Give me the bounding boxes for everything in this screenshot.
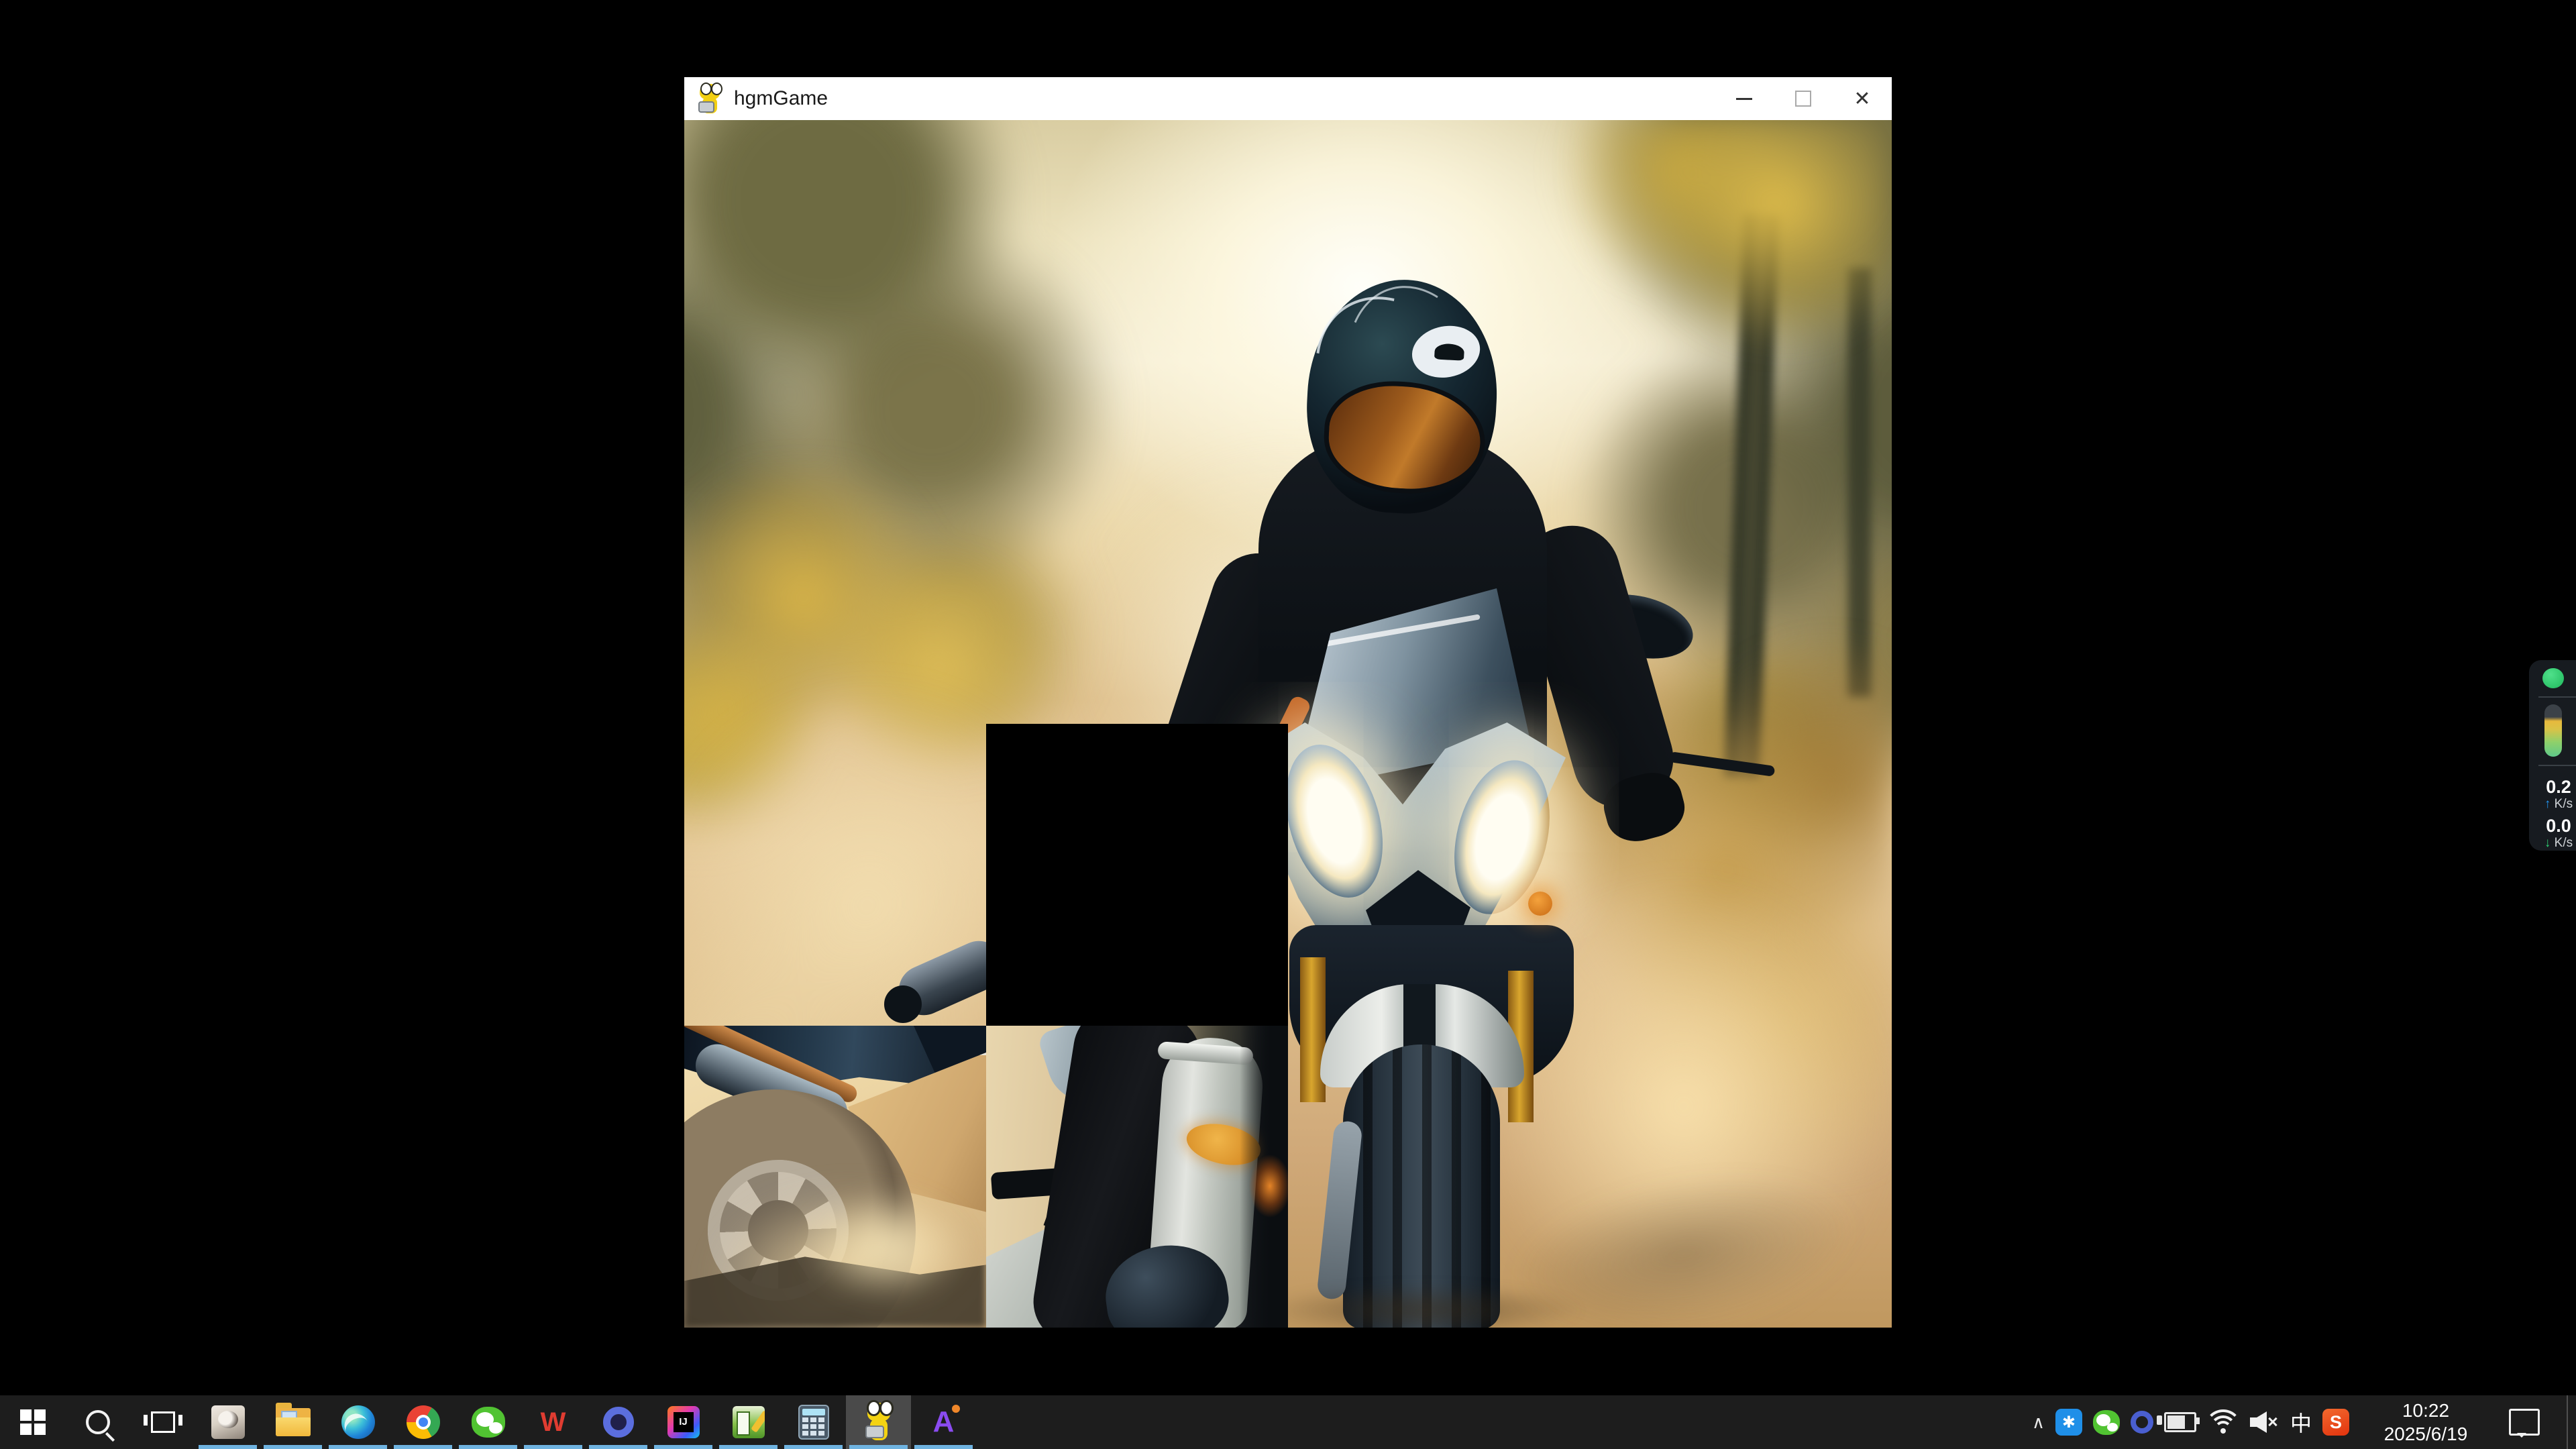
blue-ring-tray-icon[interactable] [2131,1411,2153,1434]
running-indicator [264,1445,322,1449]
system-tray: ∧ ✱ 中 S 10:22 2025/6/19 [2032,1395,2576,1449]
taskbar-item-calculator[interactable] [781,1395,846,1449]
upload-unit: K/s [2555,797,2573,811]
show-desktop-button[interactable] [2567,1395,2572,1449]
taskbar-item-cat-photo-app[interactable] [195,1395,260,1449]
tile-orange-glow [1249,1155,1288,1218]
taskbar-item-editplus[interactable] [716,1395,781,1449]
file-explorer-icon [276,1408,311,1436]
action-center-button[interactable] [2509,1409,2540,1436]
start-button[interactable] [0,1395,65,1449]
intellij-icon: IJ [667,1406,700,1438]
status-dot-icon [2542,668,2564,688]
cat-photo-icon [211,1405,245,1439]
upload-speed: 0.2 ↑ K/s [2532,777,2576,812]
running-indicator [719,1445,777,1449]
edge-icon [341,1405,375,1439]
taskbar-item-blue-ring-app[interactable] [586,1395,651,1449]
exhaust-tip [884,985,922,1023]
blue-ring-icon [603,1407,634,1438]
taskbar-item-pygame-active[interactable] [846,1395,911,1449]
running-indicator [784,1445,843,1449]
download-unit: K/s [2555,836,2573,850]
taskbar-item-chrome[interactable] [390,1395,455,1449]
action-center-tail [2517,1433,2526,1442]
sogou-input-icon[interactable]: S [2322,1409,2349,1436]
tile-bright-sand [805,1193,966,1301]
close-button[interactable]: ✕ [1833,77,1892,120]
chrome-icon [407,1405,440,1439]
upload-value: 0.2 [2532,777,2576,797]
running-indicator [654,1445,712,1449]
taskbar: W IJ [0,1395,2576,1449]
turn-signal-right [1528,892,1552,916]
hidden-icons-chevron[interactable]: ∧ [2032,1412,2045,1433]
task-view-icon [151,1411,175,1433]
wechat-icon [472,1407,505,1438]
download-arrow-icon: ↓ [2544,836,2551,850]
running-indicator [199,1445,257,1449]
blue-asterisk-tray-icon[interactable]: ✱ [2055,1409,2082,1436]
widget-divider [2538,765,2576,766]
taskbar-item-wechat[interactable] [455,1395,521,1449]
running-indicator [849,1445,908,1449]
close-icon: ✕ [1854,87,1870,111]
volume-muted-icon[interactable] [2250,1410,2279,1434]
calculator-icon [798,1405,829,1440]
running-indicator [524,1445,582,1449]
wifi-icon[interactable] [2207,1409,2239,1435]
running-indicator [329,1445,387,1449]
puzzle-tile-leg-closeup[interactable] [986,1026,1288,1328]
puzzle-tile-wheel-closeup[interactable] [684,1026,986,1328]
windows-logo-icon [20,1409,46,1435]
running-indicator [589,1445,647,1449]
battery-icon[interactable] [2164,1412,2196,1432]
window-titlebar[interactable]: hgmGame ✕ [684,77,1892,120]
widget-divider [2538,696,2576,698]
ime-chinese-indicator[interactable]: 中 [2290,1407,2312,1438]
puzzle-board[interactable] [684,120,1892,1328]
taskbar-apps: W IJ [0,1395,976,1449]
taskbar-item-intellij[interactable]: IJ [651,1395,716,1449]
pygame-snake-icon [861,1403,896,1442]
pygame-app-icon [695,83,724,115]
running-indicator [394,1445,452,1449]
running-indicator [914,1445,973,1449]
taskbar-item-ai-app[interactable]: A [911,1395,976,1449]
puzzle-empty-tile[interactable] [986,724,1288,1026]
net-speed-widget[interactable]: 0.2 ↑ K/s 0.0 ↓ K/s [2529,660,2576,851]
wechat-tray-icon[interactable] [2093,1410,2120,1435]
taskbar-clock[interactable]: 10:22 2025/6/19 [2365,1399,2486,1446]
download-speed: 0.0 ↓ K/s [2532,816,2576,851]
clock-time: 10:22 [2365,1399,2486,1422]
taskbar-item-wps[interactable]: W [521,1395,586,1449]
maximize-icon [1795,91,1811,107]
running-indicator [459,1445,517,1449]
search-button[interactable] [65,1395,130,1449]
clock-date: 2025/6/19 [2365,1422,2486,1446]
download-value: 0.0 [2532,816,2576,836]
window-title: hgmGame [734,87,828,110]
window-controls: ✕ [1715,77,1892,120]
minimize-icon [1736,98,1752,100]
golden-foliage-right [1543,120,1892,415]
taskbar-item-edge[interactable] [325,1395,390,1449]
maximize-button[interactable] [1774,77,1833,120]
ai-app-dot [952,1405,960,1413]
task-view-button[interactable] [130,1395,195,1449]
editplus-icon [733,1406,765,1438]
gauge-pill-icon [2544,704,2562,757]
hgmgame-window: hgmGame ✕ [684,77,1892,1328]
search-icon [86,1410,110,1434]
minimize-button[interactable] [1715,77,1774,120]
ai-app-icon: A [933,1405,955,1439]
upload-arrow-icon: ↑ [2544,797,2551,811]
desktop: hgmGame ✕ [0,0,2576,1449]
taskbar-item-file-explorer[interactable] [260,1395,325,1449]
wps-icon: W [541,1407,566,1438]
